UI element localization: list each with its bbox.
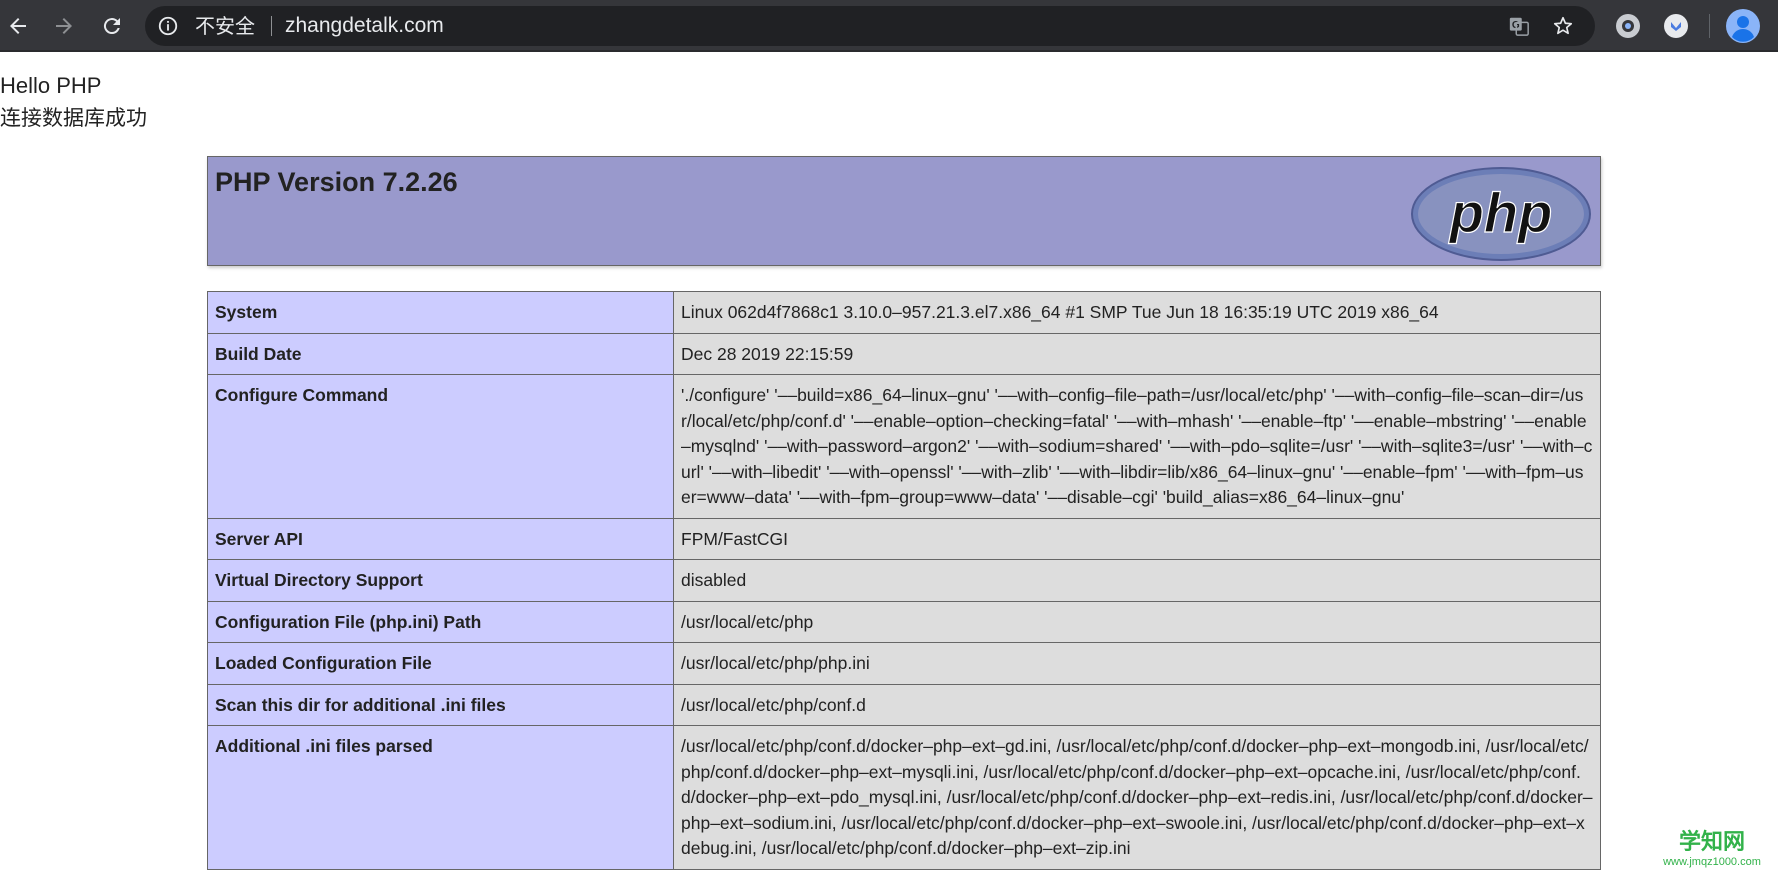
table-row: Build Date Dec 28 2019 22:15:59: [207, 332, 1601, 375]
page-output: Hello PHP 连接数据库成功: [0, 70, 147, 134]
table-row: Server API FPM/FastCGI: [207, 517, 1601, 560]
reload-button[interactable]: [96, 10, 128, 42]
table-row: Configure Command './configure' '––build=…: [207, 374, 1601, 519]
url-text[interactable]: zhangdetalk.com: [285, 6, 444, 46]
setting-value: /usr/local/etc/php: [673, 600, 1601, 643]
browser-toolbar: 不安全 zhangdetalk.com G: [0, 0, 1778, 52]
php-info-table: System Linux 062d4f7868c1 3.10.0–957.21.3…: [207, 291, 1601, 870]
setting-name: Configure Command: [207, 374, 674, 519]
table-row: Configuration File (php.ini) Path/usr/lo…: [207, 600, 1601, 643]
arrow-left-icon: [10, 18, 26, 34]
watermark-brand: 学知网: [1678, 830, 1745, 855]
back-button[interactable]: [2, 10, 34, 42]
reload-icon: [103, 18, 120, 35]
setting-name: Scan this dir for additional .ini files: [207, 683, 674, 726]
table-row: Virtual Directory Support disabled: [207, 559, 1601, 602]
info-icon[interactable]: [157, 15, 179, 37]
db-status-text: 连接数据库成功: [0, 106, 147, 130]
setting-name: System: [207, 291, 674, 334]
toolbar-divider: [1709, 14, 1710, 38]
setting-value: disabled: [673, 559, 1601, 602]
star-icon[interactable]: [1551, 15, 1575, 37]
watermark-logo: 学知网 www.jmqz1000.com: [1652, 830, 1772, 878]
extension-icon[interactable]: [1662, 12, 1690, 40]
security-label[interactable]: 不安全: [195, 6, 255, 46]
hello-text: Hello PHP: [0, 73, 102, 98]
setting-name: Loaded Configuration File: [207, 642, 674, 685]
php-version-title: PHP Version 7.2.26: [215, 167, 458, 197]
setting-value: FPM/FastCGI: [673, 517, 1601, 560]
setting-value: Dec 28 2019 22:15:59: [673, 332, 1601, 375]
setting-value: Linux 062d4f7868c1 3.10.0–957.21.3.el7.x…: [673, 291, 1601, 334]
omnibox-separator: [271, 16, 272, 36]
php-logo[interactable]: php: [1410, 166, 1592, 262]
setting-name: Additional .ini files parsed: [207, 725, 674, 870]
table-row: System Linux 062d4f7868c1 3.10.0–957.21.3…: [207, 291, 1601, 334]
setting-value: /usr/local/etc/php/php.ini: [673, 642, 1601, 685]
setting-name: Build Date: [207, 332, 674, 375]
profile-avatar-icon[interactable]: [1726, 9, 1760, 43]
setting-value: /usr/local/etc/php/conf.d/docker–php–ext…: [673, 725, 1601, 870]
setting-name: Server API: [207, 517, 674, 560]
setting-name: Virtual Directory Support: [207, 559, 674, 602]
arrow-right-icon: [56, 18, 72, 34]
translate-icon[interactable]: G: [1507, 15, 1531, 37]
extension-icon[interactable]: [1614, 12, 1642, 40]
setting-name: Configuration File (php.ini) Path: [207, 600, 674, 643]
setting-value: /usr/local/etc/php/conf.d: [673, 683, 1601, 726]
address-bar[interactable]: 不安全 zhangdetalk.com G: [145, 6, 1595, 46]
php-version-header: PHP Version 7.2.26 php: [207, 156, 1601, 266]
table-row: Loaded Configuration File/usr/local/etc/…: [207, 642, 1601, 685]
table-row: Additional .ini files parsed/usr/local/e…: [207, 725, 1601, 870]
setting-value: './configure' '––build=x86_64–linux–gnu'…: [673, 374, 1601, 519]
table-row: Scan this dir for additional .ini files /…: [207, 683, 1601, 726]
forward-button[interactable]: [48, 10, 80, 42]
php-logo-text: php: [1448, 181, 1553, 244]
watermark-site: www.jmqz1000.com: [1663, 856, 1761, 868]
